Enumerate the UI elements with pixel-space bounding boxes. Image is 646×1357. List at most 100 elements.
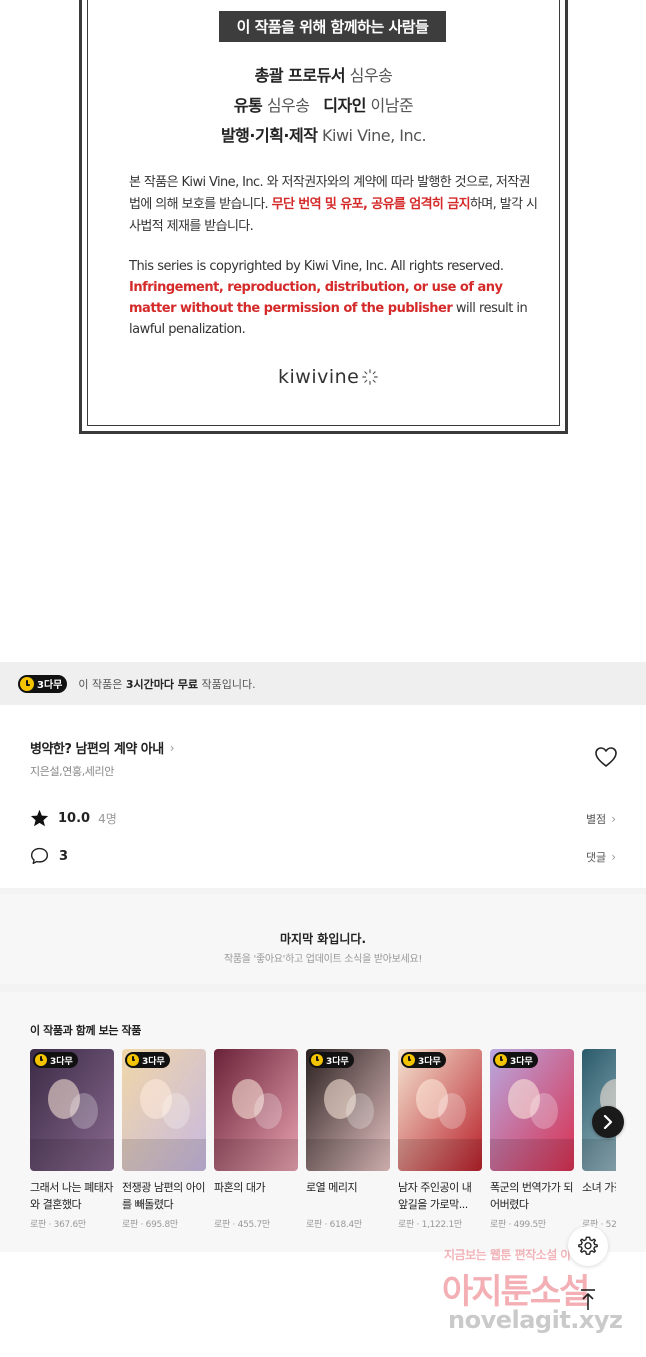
free-info-bar: 3다무 이 작품은 3시간마다 무료 작품입니다. xyxy=(0,662,646,705)
credit-production: 발행·기획·제작 Kiwi Vine, Inc. xyxy=(88,122,559,146)
comment-link-label: 댓글 xyxy=(585,851,607,864)
rating-link-label: 별점 xyxy=(585,813,607,826)
sparkle-icon xyxy=(362,369,379,385)
recommendation-title: 파혼의 대가 xyxy=(214,1181,266,1194)
rating-row: 10.0 4명 xyxy=(30,809,117,827)
recommendation-thumbnail: 3다무 xyxy=(306,1049,390,1171)
credit-producer-label: 총괄 프로듀서 xyxy=(254,66,346,85)
recommendation-meta: 로판 · 499.5만 xyxy=(490,1220,546,1230)
rating-count: 4명 xyxy=(98,811,117,826)
free-info-text-before: 이 작품은 xyxy=(78,677,126,691)
publisher-logo: kiwivine xyxy=(278,362,379,392)
rating-score: 10.0 xyxy=(58,810,91,826)
work-title-link[interactable]: 병약한? 남편의 계약 아내 › xyxy=(30,738,175,758)
wait-free-badge: 3다무 xyxy=(493,1052,538,1068)
credit-design-label: 디자인 xyxy=(323,96,366,115)
credit-producer-name: 심우송 xyxy=(349,66,393,85)
recommendation-card[interactable]: 3다무그래서 나는 폐태자와 결혼했다로판 · 367.6만 xyxy=(30,1049,114,1230)
clock-icon xyxy=(20,676,34,691)
notice-en-warning: Infringement, reproduction, distribution… xyxy=(129,280,503,316)
wait-free-badge-label: 3다무 xyxy=(418,1056,441,1067)
recommendations-section: 이 작품과 함께 보는 작품 3다무그래서 나는 폐태자와 결혼했다로판 · 3… xyxy=(0,992,646,1252)
recommendation-meta: 로판 · 455.7만 xyxy=(214,1220,270,1230)
recommendation-meta: 로판 · 1,122.1만 xyxy=(398,1220,462,1230)
free-info-text: 이 작품은 3시간마다 무료 작품입니다. xyxy=(78,676,255,692)
recommendation-thumbnail xyxy=(214,1049,298,1171)
comment-icon xyxy=(30,847,49,865)
recommendation-title: 그래서 나는 폐태자와 결혼했다 xyxy=(30,1181,113,1211)
notice-en-text-1: This series is copyrighted by Kiwi Vine,… xyxy=(129,259,504,274)
chevron-right-icon: › xyxy=(611,850,616,864)
recommendation-thumbnail: 3다무 xyxy=(398,1049,482,1171)
wait-free-badge-label: 3다무 xyxy=(326,1056,349,1067)
wait-free-badge: 3다무 xyxy=(125,1052,170,1068)
recommendation-card[interactable]: 소녀 가장 습니다로판 · 52 xyxy=(582,1049,616,1230)
recommendation-card[interactable]: 3다무전쟁광 남편의 아이를 빼돌렸다로판 · 695.8만 xyxy=(122,1049,206,1230)
carousel-next-button[interactable] xyxy=(592,1106,624,1138)
recommendations-title: 이 작품과 함께 보는 작품 xyxy=(30,1024,141,1037)
last-episode-box: 마지막 화입니다. 작품을 '좋아요'하고 업데이트 소식을 받아보세요! xyxy=(0,894,646,984)
wait-free-badge: 3다무 xyxy=(18,674,68,693)
free-info-text-after: 작품입니다. xyxy=(198,677,256,691)
notice-ko-warning: 무단 번역 및 유포, 공유를 엄격히 금지 xyxy=(271,197,471,212)
credit-distribution-label: 유통 xyxy=(233,96,263,115)
recommendation-title: 로열 메리지 xyxy=(306,1181,358,1194)
clock-icon xyxy=(127,1054,139,1066)
wait-free-badge-label: 3다무 xyxy=(142,1056,165,1067)
credit-distribution-design: 유통 심우송 디자인 이남준 xyxy=(88,92,559,116)
rating-link[interactable]: 별점 › xyxy=(586,811,616,827)
credit-production-label: 발행·기획·제작 xyxy=(220,126,318,145)
recommendation-title: 전쟁광 남편의 아이를 빼돌렸다 xyxy=(122,1181,205,1211)
chevron-right-icon: › xyxy=(169,740,175,755)
copyright-notice-korean: 본 작품은 Kiwi Vine, Inc. 와 저작권자와의 계약에 따라 발행… xyxy=(129,172,539,238)
recommendation-card[interactable]: 3다무폭군의 번역가가 되어버렸다로판 · 499.5만 xyxy=(490,1049,574,1230)
clock-icon xyxy=(311,1054,323,1066)
credit-design-name: 이남준 xyxy=(370,96,414,115)
wait-free-badge-label: 3다무 xyxy=(37,680,63,691)
recommendation-meta: 로판 · 695.8만 xyxy=(122,1220,178,1230)
recommendation-thumbnail: 3다무 xyxy=(490,1049,574,1171)
credits-inner-frame: 이 작품을 위해 함께하는 사람들 총괄 프로듀서 심우송 유통 심우송 디자인… xyxy=(87,0,560,426)
last-episode-title: 마지막 화입니다. xyxy=(279,932,367,946)
credit-production-name: Kiwi Vine, Inc. xyxy=(322,126,427,145)
comment-link[interactable]: 댓글 › xyxy=(586,849,616,865)
chevron-right-icon: › xyxy=(611,812,616,826)
recommendation-card[interactable]: 파혼의 대가로판 · 455.7만 xyxy=(214,1049,298,1230)
last-episode-subtitle: 작품을 '좋아요'하고 업데이트 소식을 받아보세요! xyxy=(223,954,423,965)
recommendation-card[interactable]: 3다무로열 메리지로판 · 618.4만 xyxy=(306,1049,390,1230)
scroll-top-button[interactable] xyxy=(568,1280,608,1320)
cover-image xyxy=(214,1049,298,1171)
recommendation-meta: 로판 · 367.6만 xyxy=(30,1220,86,1230)
gear-icon xyxy=(578,1236,598,1255)
comment-row: 3 xyxy=(30,847,68,865)
copyright-notice-english: This series is copyrighted by Kiwi Vine,… xyxy=(129,256,539,340)
credits-card: 이 작품을 위해 함께하는 사람들 총괄 프로듀서 심우송 유통 심우송 디자인… xyxy=(79,0,568,434)
recommendation-thumbnail: 3다무 xyxy=(30,1049,114,1171)
credits-banner: 이 작품을 위해 함께하는 사람들 xyxy=(219,11,446,42)
clock-icon xyxy=(35,1054,47,1066)
clock-icon xyxy=(495,1054,507,1066)
wait-free-badge: 3다무 xyxy=(309,1052,354,1068)
recommendation-thumbnail: 3다무 xyxy=(122,1049,206,1171)
wait-free-badge: 3다무 xyxy=(401,1052,446,1068)
settings-button[interactable] xyxy=(568,1226,608,1266)
recommendation-title: 폭군의 번역가가 되어버렸다 xyxy=(490,1181,573,1211)
clock-icon xyxy=(403,1054,415,1066)
work-authors: 지은설,연홍,세리안 xyxy=(30,765,114,778)
chevron-right-icon xyxy=(603,1115,613,1129)
star-icon xyxy=(30,809,49,827)
wait-free-badge-label: 3다무 xyxy=(510,1056,533,1067)
recommendation-meta: 로판 · 618.4만 xyxy=(306,1220,362,1230)
arrow-up-icon xyxy=(581,1289,595,1310)
credit-distribution-name: 심우송 xyxy=(266,96,310,115)
work-info-section: 병약한? 남편의 계약 아내 › 지은설,연홍,세리안 10.0 4명 별점 ›… xyxy=(0,705,646,888)
wait-free-badge: 3다무 xyxy=(33,1052,78,1068)
recommendations-list: 3다무 그래서 나는 폐태자와 결혼했다 로판 · 367.6만 3다무 전쟁광 남편의… xyxy=(30,1049,616,1239)
work-title: 병약한? 남편의 계약 아내 xyxy=(30,742,164,757)
watermark-line-2: 아지툰소설 xyxy=(442,1272,590,1312)
recommendation-card[interactable]: 3다무 남자 주인공이 내 앞길을 가로막... 로판 · 1,122.1만 xyxy=(398,1049,482,1230)
comment-count: 3 xyxy=(59,848,69,864)
free-info-text-bold: 3시간마다 무료 xyxy=(125,677,199,691)
last-episode-section: 마지막 화입니다. 작품을 '좋아요'하고 업데이트 소식을 받아보세요! xyxy=(0,888,646,992)
heart-icon[interactable] xyxy=(594,746,618,768)
